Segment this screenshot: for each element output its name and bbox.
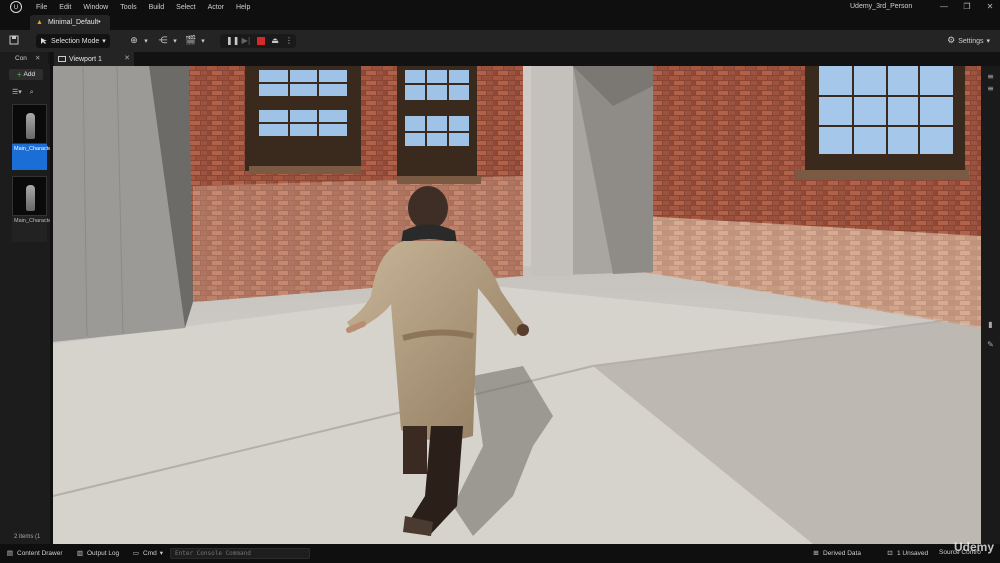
menu-actor[interactable]: Actor [202,4,230,11]
asset-label: Main_Character_... [12,144,61,170]
chevron-down-icon: ▾ [986,38,990,45]
unsaved-label: 1 Unsaved [897,549,929,557]
close-icon[interactable]: ✕ [35,54,40,62]
content-drawer-button[interactable]: ▤ Content Drawer [6,549,63,557]
asset-label: Main_Character_ABP [12,216,67,242]
content-browser-panel: + Add ☰▾ ⌕ Main_Character_... Main_Chara… [0,64,67,544]
settings-button[interactable]: ⚙ Settings ▾ [947,36,990,46]
viewport-tab-strip [134,52,1000,66]
menu-tools[interactable]: Tools [114,4,142,11]
blueprint-icon[interactable]: ⋲ [157,35,169,47]
items-count: 2 items (1 [14,534,41,540]
console-input[interactable] [170,548,310,559]
settings-label: Settings [958,37,984,45]
filter-row: ☰▾ ⌕ [12,88,48,98]
asset-thumbnail [12,104,47,144]
derived-data-label: Derived Data [823,549,861,557]
menu-window[interactable]: Window [77,4,114,11]
menu-bar: U File Edit Window Tools Build Select Ac… [0,0,1000,14]
chevron-down-icon: ▾ [102,38,106,45]
content-browser-tab[interactable]: Con ✕ [0,52,48,64]
edit-icon[interactable]: ✎ [986,340,995,349]
details-collapsed-strip: ≡ ≡ ▮ ✎ [981,66,1000,544]
viewport-icon [58,56,66,62]
scrollbar-thumb-icon[interactable]: ▮ [986,320,995,329]
unsaved-icon: ⊡ [887,549,893,557]
content-browser-tab-label: Con [15,54,27,62]
data-icon: ⊞ [813,549,819,557]
close-icon[interactable]: ✕ [124,54,130,62]
asset-tile[interactable]: Main_Character_... [12,104,61,170]
minimize-icon[interactable]: — [938,2,950,11]
play-controls: ❚❚ ▶| ⏏ ⋮ [220,34,296,48]
list-icon[interactable]: ≡ [986,72,995,81]
search-icon[interactable]: ⌕ [30,88,34,96]
viewport-tab[interactable]: Viewport 1 ✕ [54,52,134,66]
output-log-label: Output Log [87,549,120,557]
terminal-icon: ▭ [132,549,140,557]
cinematics-icon[interactable]: 🎬 [185,35,197,47]
content-drawer-label: Content Drawer [17,549,63,557]
chevron-down-icon[interactable]: ▾ [169,35,181,47]
menu-edit[interactable]: Edit [53,4,77,11]
filter-icon[interactable]: ☰▾ [12,88,22,96]
pause-icon[interactable]: ❚❚ [226,35,239,47]
add-label: Add [23,71,36,78]
add-actor-icon[interactable]: ⊕ [128,35,140,47]
selection-mode-label: Selection Mode [51,37,100,45]
eject-icon[interactable]: ⏏ [269,35,281,47]
add-button[interactable]: + Add [9,69,43,80]
plus-icon: + [16,70,22,79]
floppy-icon[interactable] [8,35,20,47]
asset-thumbnail [12,176,47,216]
maximize-icon[interactable]: ❐ [961,2,973,11]
chevron-down-icon[interactable]: ▾ [197,35,209,47]
level-tab[interactable]: ▲ Minimal_Default• [30,15,110,30]
cursor-icon [41,38,47,44]
close-window-icon[interactable]: ✕ [984,2,996,11]
main-toolbar: Selection Mode ▾ ⊕ ▾ ⋲ ▾ 🎬 ▾ ❚❚ ▶| ⏏ ⋮ ⚙… [0,30,1000,52]
derived-data-button[interactable]: ⊞ Derived Data [812,549,861,557]
log-icon: ▥ [76,549,84,557]
gear-icon: ⚙ [947,36,956,46]
menu-help[interactable]: Help [230,4,256,11]
menu-file[interactable]: File [30,4,53,11]
unsaved-button[interactable]: ⊡ 1 Unsaved [886,549,928,557]
list-icon[interactable]: ≡ [986,84,995,93]
menu-build[interactable]: Build [143,4,171,11]
more-options-icon[interactable]: ⋮ [283,35,295,47]
menu-select[interactable]: Select [170,4,201,11]
level-icon: ▲ [36,18,43,26]
level-tab-label: Minimal_Default• [48,19,101,26]
chevron-down-icon[interactable]: ▾ [140,35,152,47]
cmd-dropdown[interactable]: ▭ Cmd ▾ [132,549,163,557]
stop-icon[interactable] [257,37,265,45]
document-tab-row: ▲ Minimal_Default• [0,14,1000,30]
project-name: Udemy_3rd_Person [850,3,913,10]
selection-mode-dropdown[interactable]: Selection Mode ▾ [36,34,110,48]
output-log-button[interactable]: ▥ Output Log [76,549,119,557]
cmd-label: Cmd [143,549,157,557]
folder-icon: ▤ [6,549,14,557]
chevron-down-icon: ▾ [159,550,163,557]
viewport-tab-label: Viewport 1 [69,55,102,63]
step-icon[interactable]: ▶| [240,35,252,47]
game-scene-render [53,66,981,544]
asset-tile[interactable]: Main_Character_ABP [12,176,67,242]
status-bar: ▤ Content Drawer ▥ Output Log ▭ Cmd ▾ ⊞ … [0,544,1000,563]
udemy-watermark: Udemy [953,540,994,554]
unreal-logo-icon[interactable]: U [10,1,22,13]
viewport-scene[interactable] [53,66,981,544]
